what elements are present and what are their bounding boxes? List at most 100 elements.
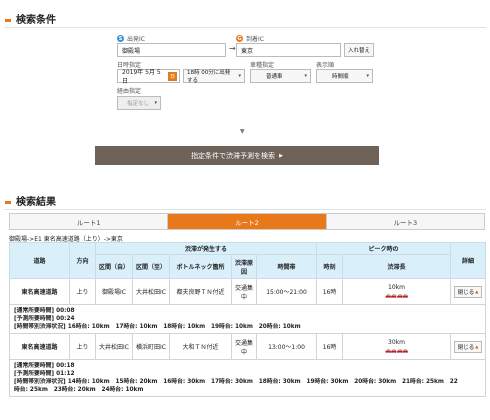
- normal-time: [通常所要時間] 00:18: [14, 363, 75, 369]
- table-row: 東名高速道路 上り 御殿場IC 大井松田IC 都夫良野ＴＮ付近 交通集中 15:…: [9, 278, 487, 305]
- from-ic-label: S 出発IC: [117, 34, 145, 43]
- jam-length-value: 10km: [388, 284, 405, 291]
- cell-timeslot: 15:00～21:00: [255, 278, 318, 305]
- cell-bottleneck: 大和ＴＮ付近: [169, 333, 232, 360]
- table-row: 東名高速道路 上り 大井松田IC 横浜町田IC 大和ＴＮ付近 交通集中 13:0…: [9, 333, 487, 360]
- header-road: 道路: [9, 242, 70, 279]
- cell-cause: 交通集中: [231, 278, 257, 305]
- cell-cause: 交通集中: [231, 333, 257, 360]
- heading-accent-bar: [5, 200, 11, 204]
- results-heading: 検索結果: [5, 193, 56, 208]
- conditions-title: 検索条件: [16, 15, 56, 26]
- swap-button[interactable]: 入れ替え: [344, 43, 374, 57]
- arrow-right-icon: →: [229, 44, 236, 53]
- cell-from: 御殿場IC: [95, 278, 133, 305]
- to-ic-label: G 到着IC: [236, 34, 264, 43]
- tab-route-2[interactable]: ルート2: [167, 214, 326, 229]
- header-peak-time: 時刻: [316, 254, 344, 279]
- to-ic-label-text: 到着IC: [246, 36, 264, 43]
- jam-length-value: 30km: [388, 339, 405, 346]
- hourly-status: [時間帯別渋滞状況] 14時台: 10km 15時台: 20km 16時台: 3…: [14, 379, 458, 385]
- date-input[interactable]: 2019年 5月 5日 日: [117, 69, 180, 85]
- congestion-cars-icon: 🚗🚗🚗🚗: [385, 293, 408, 299]
- close-detail-button[interactable]: 閉じる ▲: [453, 340, 483, 353]
- detail-info: [通常所要時間] 00:08 [予測所要時間] 00:24 [時間帯別渋滞状況]…: [8, 304, 487, 334]
- hourly-status: [時間帯別渋滞状況] 16時台: 10km 17時台: 10km 18時台: 1…: [14, 324, 301, 330]
- detail-row: [通常所要時間] 00:18 [予測所要時間] 01:12 [時間帯別渋滞状況]…: [8, 359, 487, 397]
- cell-road: 東名高速道路: [9, 278, 70, 305]
- results-title: 検索結果: [16, 197, 56, 208]
- header-bottleneck: ボトルネック箇所: [169, 254, 232, 279]
- route-tabs: ルート1 ルート2 ルート3: [9, 213, 485, 230]
- detail-info: [通常所要時間] 00:18 [予測所要時間] 01:12 [時間帯別渋滞状況]…: [8, 359, 487, 397]
- via-value: 指定なし: [127, 101, 150, 107]
- cell-jam-length: 30km 🚗🚗🚗🚗: [342, 333, 452, 360]
- cell-direction: 上り: [69, 278, 96, 305]
- cell-from: 大井松田IC: [95, 333, 133, 360]
- cell-peak-time: 16時: [316, 333, 344, 360]
- header-peak-group: ピーク時の: [316, 242, 452, 255]
- vehicle-label: 車種指定: [250, 62, 275, 69]
- order-label: 表示順: [316, 62, 335, 69]
- goal-badge-icon: G: [236, 35, 243, 42]
- cell-direction: 上り: [69, 333, 96, 360]
- header-section-from: 区間（自）: [95, 254, 133, 279]
- chevron-down-icon: ▾: [366, 73, 369, 79]
- header-section-to: 区間（至）: [132, 254, 170, 279]
- from-ic-label-text: 出発IC: [127, 36, 145, 43]
- hourly-status-cont: 時台: 25km 23時台: 20km 24時台: 10km: [14, 387, 144, 393]
- time-select[interactable]: 18時 00分に出発する ▾: [183, 69, 245, 84]
- search-button[interactable]: 指定条件で渋滞予測を検索 ▶: [95, 146, 379, 165]
- heading-accent-bar: [5, 18, 11, 22]
- header-direction: 方向: [69, 242, 96, 279]
- detail-row: [通常所要時間] 00:08 [予測所要時間] 00:24 [時間帯別渋滞状況]…: [8, 304, 487, 334]
- close-label: 閉じる: [457, 344, 475, 351]
- triangle-up-icon: ▲: [475, 344, 479, 349]
- cell-jam-length: 10km 🚗🚗🚗🚗: [342, 278, 452, 305]
- cell-timeslot: 13:00～1:00: [255, 333, 318, 360]
- cell-peak-time: 16時: [316, 278, 344, 305]
- close-label: 閉じる: [457, 289, 475, 296]
- header-jam-group: 渋滞が発生する: [94, 242, 318, 255]
- tab-route-3[interactable]: ルート3: [325, 214, 484, 229]
- cell-to: 大井松田IC: [132, 278, 170, 305]
- triangle-down-icon: ▼: [240, 128, 245, 135]
- tab-route-1[interactable]: ルート1: [10, 214, 168, 229]
- chevron-down-icon: ▾: [154, 100, 157, 106]
- play-arrow-icon: ▶: [279, 152, 283, 159]
- header-cause: 渋滞原因: [231, 254, 257, 279]
- congestion-cars-icon: 🚗🚗🚗🚗: [385, 348, 408, 354]
- results-table: 道路 方向 渋滞が発生する ピーク時の 詳細 区間（自） 区間（至） ボトルネッ…: [8, 242, 487, 397]
- cell-detail: 閉じる ▲: [450, 333, 487, 360]
- predicted-time: [予測所要時間] 01:12: [14, 371, 75, 377]
- time-value: 18時 00分に出発する: [187, 70, 231, 84]
- triangle-up-icon: ▲: [475, 289, 479, 294]
- cell-detail: 閉じる ▲: [450, 278, 487, 305]
- close-detail-button[interactable]: 閉じる ▲: [453, 285, 483, 298]
- vehicle-value: 普通車: [266, 74, 283, 80]
- header-detail: 詳細: [450, 242, 487, 279]
- calendar-icon[interactable]: 日: [168, 71, 177, 81]
- from-ic-input[interactable]: 御殿場: [117, 43, 226, 57]
- order-select[interactable]: 時間順 ▾: [316, 69, 373, 83]
- to-ic-input[interactable]: 東京: [236, 43, 341, 57]
- via-select[interactable]: 指定なし ▾: [117, 96, 161, 110]
- via-label: 経由指定: [117, 88, 142, 95]
- search-button-label: 指定条件で渋滞予測を検索: [191, 151, 276, 160]
- cell-to: 横浜町田IC: [132, 333, 170, 360]
- vehicle-select[interactable]: 普通車 ▾: [250, 69, 311, 83]
- conditions-heading: 検索条件: [5, 11, 56, 26]
- start-badge-icon: S: [117, 35, 124, 42]
- chevron-down-icon: ▾: [304, 73, 307, 79]
- header-jam-length: 渋滞長: [342, 254, 452, 279]
- chevron-down-icon: ▾: [238, 73, 241, 79]
- order-value: 時間順: [332, 74, 349, 80]
- cell-road: 東名高速道路: [9, 333, 70, 360]
- divider: [4, 209, 486, 210]
- cell-bottleneck: 都夫良野ＴＮ付近: [169, 278, 232, 305]
- date-value: 2019年 5月 5日: [122, 69, 161, 85]
- normal-time: [通常所要時間] 00:08: [14, 308, 75, 314]
- divider: [4, 27, 486, 28]
- predicted-time: [予測所要時間] 00:24: [14, 316, 75, 322]
- header-timeslot: 時間帯: [255, 254, 318, 279]
